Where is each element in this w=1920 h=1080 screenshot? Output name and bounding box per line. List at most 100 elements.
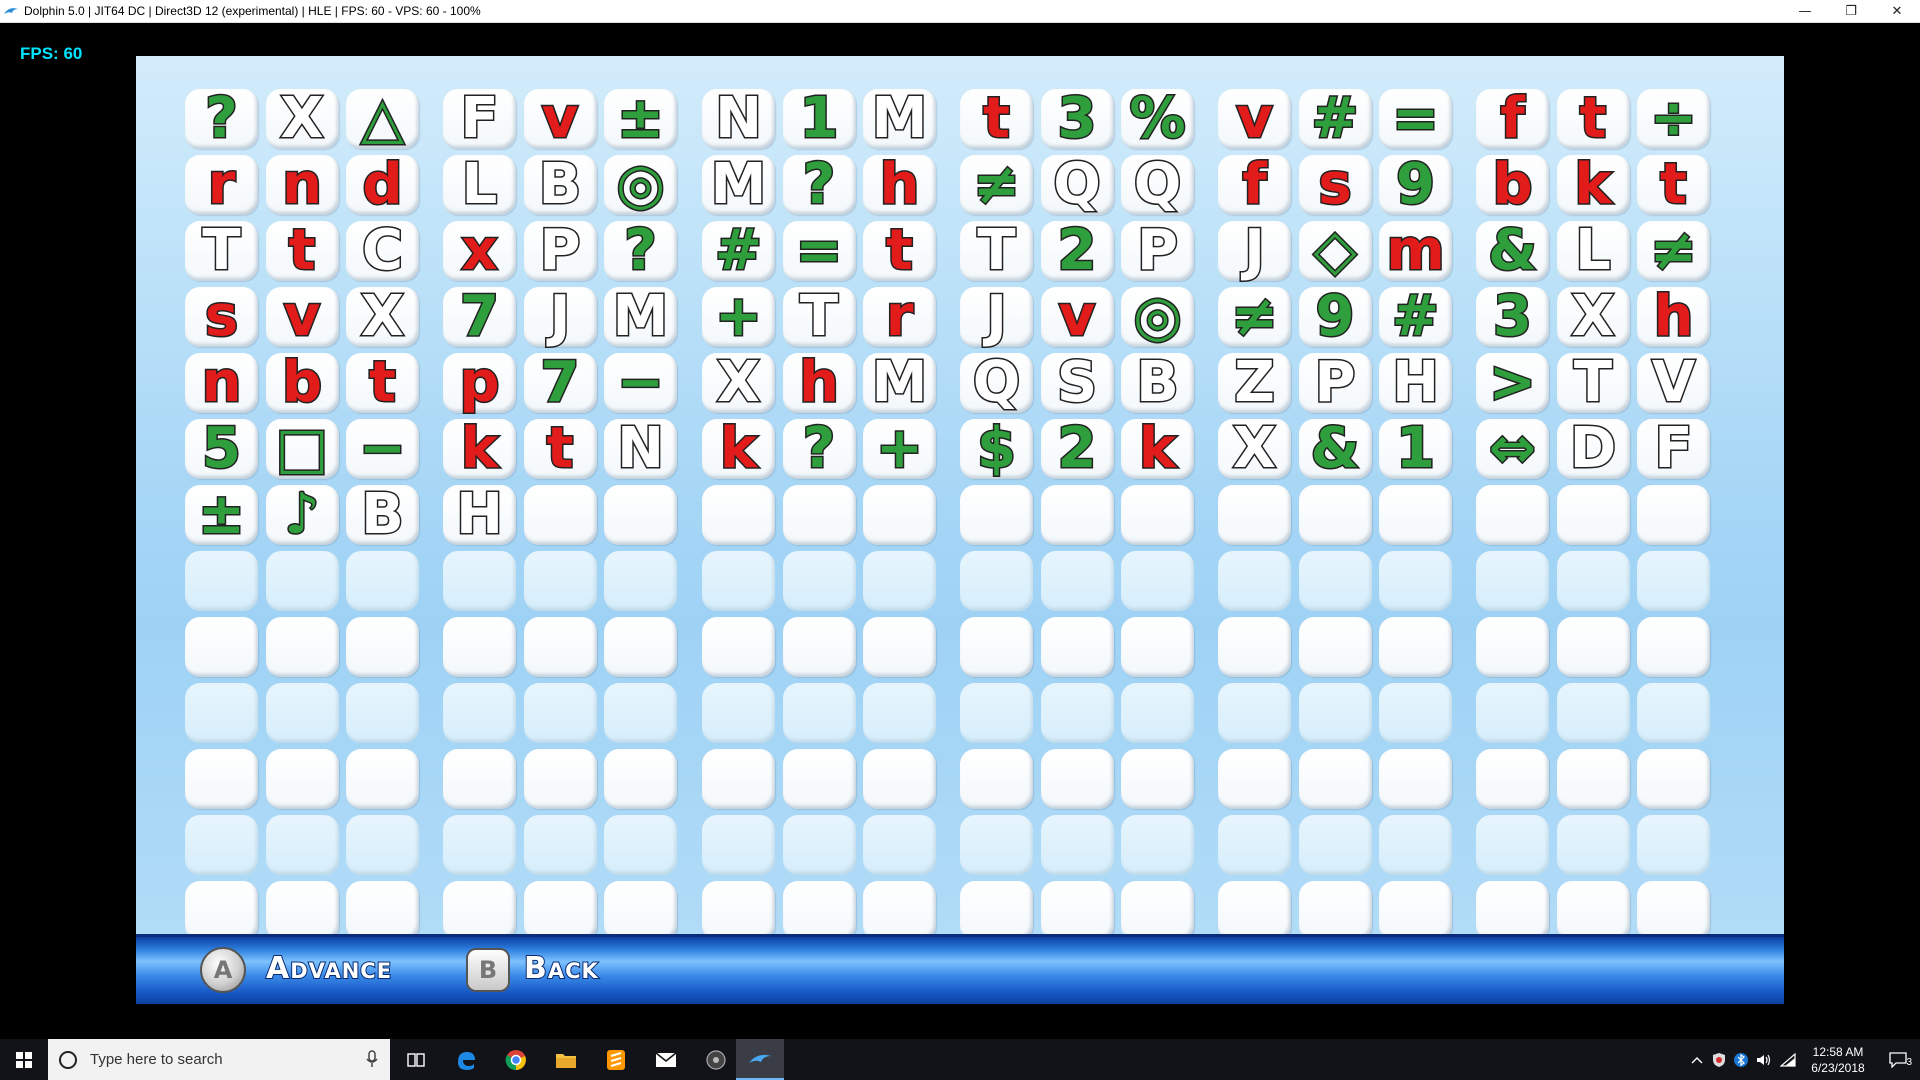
- symbol-tile[interactable]: &: [1298, 419, 1372, 479]
- symbol-tile[interactable]: H: [443, 485, 516, 545]
- volume-icon[interactable]: [1752, 1039, 1776, 1080]
- symbol-tile[interactable]: 2: [1040, 221, 1114, 281]
- symbol-tile[interactable]: [523, 815, 597, 875]
- symbol-tile[interactable]: [443, 551, 516, 611]
- bluetooth-icon[interactable]: [1730, 1039, 1752, 1080]
- symbol-tile[interactable]: #: [1298, 89, 1372, 149]
- symbol-tile[interactable]: [1218, 485, 1291, 545]
- symbol-tile[interactable]: [523, 485, 597, 545]
- symbol-tile[interactable]: [1556, 749, 1630, 809]
- symbol-tile[interactable]: F: [443, 89, 516, 149]
- symbol-tile[interactable]: X: [1218, 419, 1291, 479]
- symbol-tile[interactable]: Q: [1121, 155, 1194, 215]
- symbol-tile[interactable]: [1298, 551, 1372, 611]
- symbol-tile[interactable]: [185, 881, 258, 941]
- symbol-tile[interactable]: p: [443, 353, 516, 413]
- symbol-tile[interactable]: [1637, 617, 1710, 677]
- symbol-tile[interactable]: [604, 683, 677, 743]
- wifi-icon[interactable]: [1776, 1039, 1800, 1080]
- symbol-tile[interactable]: F: [1637, 419, 1710, 479]
- symbol-tile[interactable]: [346, 749, 419, 809]
- symbol-tile[interactable]: [604, 881, 677, 941]
- symbol-tile[interactable]: [1040, 617, 1114, 677]
- symbol-tile[interactable]: ±: [185, 485, 258, 545]
- symbol-tile[interactable]: T: [185, 221, 258, 281]
- symbol-tile[interactable]: [604, 551, 677, 611]
- symbol-tile[interactable]: v: [265, 287, 339, 347]
- symbol-tile[interactable]: Q: [1040, 155, 1114, 215]
- symbol-tile[interactable]: [1040, 683, 1114, 743]
- symbol-tile[interactable]: X: [1556, 287, 1630, 347]
- symbol-tile[interactable]: ÷: [1637, 89, 1710, 149]
- symbol-tile[interactable]: [1379, 617, 1452, 677]
- symbol-tile[interactable]: −: [604, 353, 677, 413]
- symbol-tile[interactable]: t: [265, 221, 339, 281]
- symbol-tile[interactable]: [443, 683, 516, 743]
- symbol-tile[interactable]: [863, 815, 936, 875]
- symbol-tile[interactable]: ≠: [960, 155, 1033, 215]
- symbol-tile[interactable]: D: [1556, 419, 1630, 479]
- symbol-tile[interactable]: [863, 881, 936, 941]
- start-button[interactable]: [0, 1039, 48, 1080]
- symbol-tile[interactable]: m: [1379, 221, 1452, 281]
- symbol-tile[interactable]: 9: [1298, 287, 1372, 347]
- symbol-tile[interactable]: [702, 815, 775, 875]
- symbol-tile[interactable]: [1218, 683, 1291, 743]
- dolphin-taskbar-icon[interactable]: [736, 1039, 784, 1080]
- symbol-tile[interactable]: □: [265, 419, 339, 479]
- game-screen[interactable]: ? X △ Fv ± N 1 Mt 3% v # = f t ÷ r n d L B ◎ M? h ≠ Q Qf s 9 b k t Tt Cx…: [136, 56, 1784, 1004]
- symbol-tile[interactable]: [782, 551, 856, 611]
- symbol-tile[interactable]: 9: [1379, 155, 1452, 215]
- symbol-tile[interactable]: T: [960, 221, 1033, 281]
- symbol-tile[interactable]: X: [346, 287, 419, 347]
- symbol-tile[interactable]: [1379, 815, 1452, 875]
- symbol-tile[interactable]: [1476, 551, 1549, 611]
- symbol-tile[interactable]: [1637, 749, 1710, 809]
- symbol-tile[interactable]: t: [960, 89, 1033, 149]
- symbol-tile[interactable]: M: [702, 155, 775, 215]
- close-button[interactable]: ✕: [1874, 0, 1920, 22]
- symbol-tile[interactable]: T: [1556, 353, 1630, 413]
- symbol-tile[interactable]: v: [523, 89, 597, 149]
- symbol-tile[interactable]: [1121, 683, 1194, 743]
- symbol-tile[interactable]: P: [1298, 353, 1372, 413]
- symbol-tile[interactable]: [1637, 551, 1710, 611]
- symbol-tile[interactable]: [782, 485, 856, 545]
- symbol-tile[interactable]: [1476, 485, 1549, 545]
- symbol-tile[interactable]: [1298, 617, 1372, 677]
- symbol-tile[interactable]: t: [346, 353, 419, 413]
- symbol-tile[interactable]: [265, 551, 339, 611]
- symbol-tile[interactable]: [265, 881, 339, 941]
- symbol-tile[interactable]: [863, 683, 936, 743]
- symbol-tile[interactable]: [346, 683, 419, 743]
- symbol-tile[interactable]: x: [443, 221, 516, 281]
- symbol-tile[interactable]: [1556, 683, 1630, 743]
- symbol-tile[interactable]: [1379, 485, 1452, 545]
- symbol-tile[interactable]: P: [1121, 221, 1194, 281]
- symbol-tile[interactable]: k: [443, 419, 516, 479]
- symbol-tile[interactable]: [1218, 617, 1291, 677]
- symbol-tile[interactable]: [265, 683, 339, 743]
- symbol-tile[interactable]: 2: [1040, 419, 1114, 479]
- symbol-tile[interactable]: [702, 683, 775, 743]
- symbol-tile[interactable]: [1298, 485, 1372, 545]
- task-view-icon[interactable]: [396, 1039, 436, 1080]
- symbol-tile[interactable]: ≠: [1218, 287, 1291, 347]
- symbol-tile[interactable]: [782, 683, 856, 743]
- symbol-tile[interactable]: [1218, 749, 1291, 809]
- symbol-tile[interactable]: [185, 815, 258, 875]
- taskbar-search[interactable]: Type here to search: [48, 1039, 390, 1080]
- symbol-tile[interactable]: [1298, 683, 1372, 743]
- symbol-tile[interactable]: [1637, 683, 1710, 743]
- symbol-tile[interactable]: L: [1556, 221, 1630, 281]
- symbol-tile[interactable]: [960, 485, 1033, 545]
- symbol-tile[interactable]: [443, 881, 516, 941]
- symbol-tile[interactable]: ⇔: [1476, 419, 1549, 479]
- security-shield-icon[interactable]: [1708, 1039, 1730, 1080]
- symbol-tile[interactable]: [185, 551, 258, 611]
- symbol-tile[interactable]: [1556, 617, 1630, 677]
- symbol-tile[interactable]: N: [702, 89, 775, 149]
- symbol-tile[interactable]: b: [1476, 155, 1549, 215]
- symbol-tile[interactable]: [604, 749, 677, 809]
- symbol-tile[interactable]: 3: [1476, 287, 1549, 347]
